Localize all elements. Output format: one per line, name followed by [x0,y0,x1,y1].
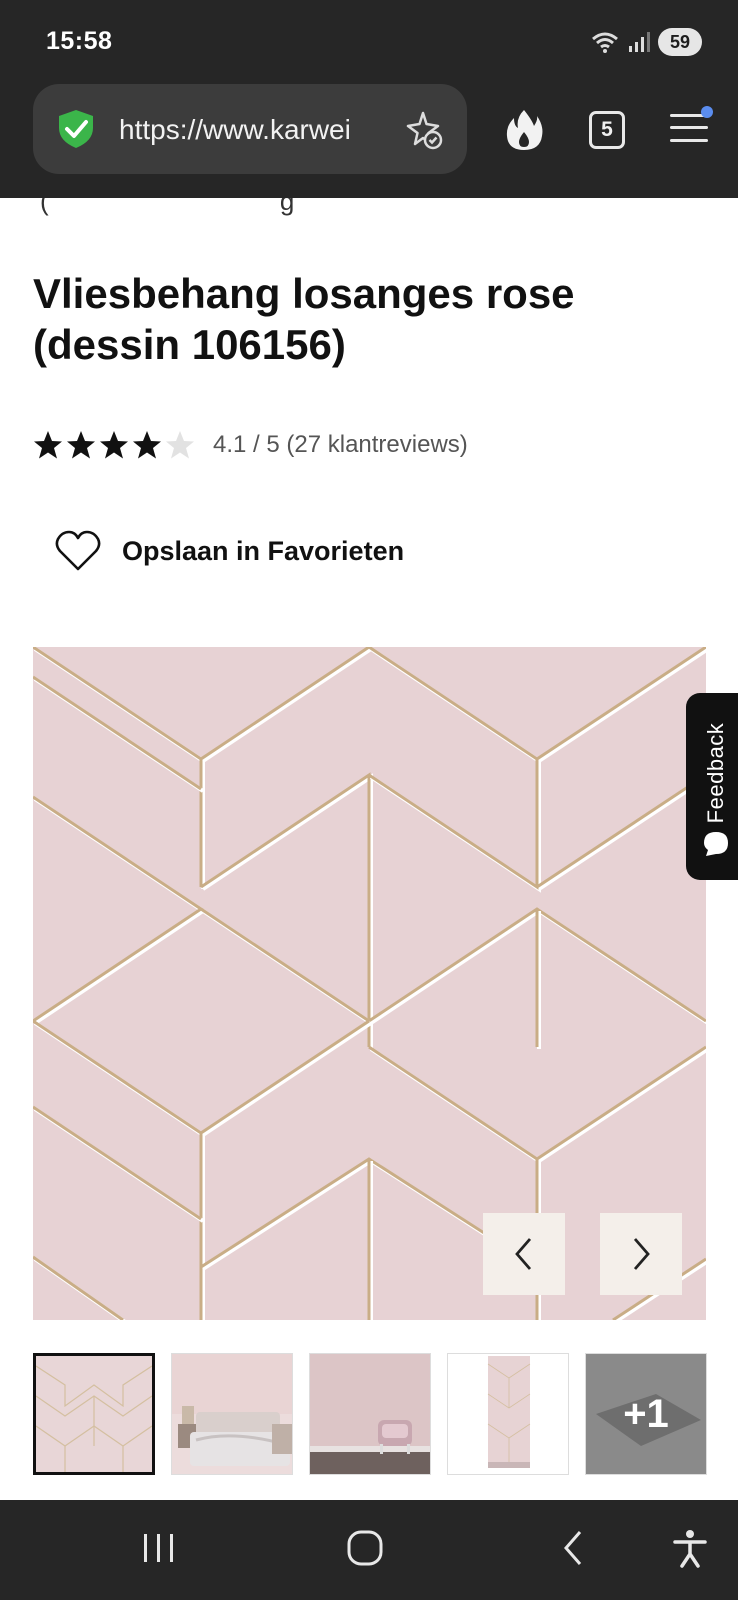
gallery-prev-button[interactable] [483,1213,565,1295]
product-rating[interactable]: 4.1 / 5 (27 klantreviews) [33,430,468,460]
shield-check-icon[interactable] [55,108,97,150]
star-filled-icon [34,431,62,459]
thumbnail-wallpaper-roll[interactable] [447,1353,569,1475]
browser-chrome: 15:58 59 https://www.karwei 5 [0,0,738,198]
favorite-label[interactable]: Opslaan in Favorieten [122,536,404,567]
thumbnail-more-images[interactable]: +1 [585,1353,707,1475]
chevron-left-icon [515,1238,532,1270]
wifi-icon [592,32,618,53]
signal-icon [629,32,650,52]
menu-icon[interactable] [670,112,708,144]
gallery-next-button[interactable] [600,1213,682,1295]
back-icon[interactable] [558,1528,588,1568]
thumbnail-bedroom-scene[interactable] [171,1353,293,1475]
product-title: Vliesbehang losanges rose (dessin 106156… [33,270,575,368]
recent-apps-icon[interactable] [142,1528,176,1568]
url-text[interactable]: https://www.karwei [119,114,389,146]
star-filled-icon [67,431,95,459]
android-navigation-bar [0,1500,738,1600]
heart-icon[interactable] [55,530,101,572]
feedback-tab[interactable]: Feedback [686,693,738,880]
status-icons: 59 [590,28,702,56]
star-filled-icon [133,431,161,459]
thumbnail-pattern-close-up[interactable] [33,1353,155,1475]
status-time: 15:58 [46,27,113,55]
thumbnail-strip: +1 [33,1353,707,1475]
url-bar[interactable]: https://www.karwei [33,84,467,174]
flame-icon[interactable] [504,108,544,152]
chevron-right-icon [633,1238,650,1270]
star-empty-icon [166,431,194,459]
scrolled-breadcrumb-remnant: ( g [0,198,738,244]
more-images-count[interactable]: +1 [586,1354,706,1474]
rating-stars[interactable] [33,430,195,460]
accessibility-icon[interactable] [672,1528,708,1568]
thumbnail-living-room-scene[interactable] [309,1353,431,1475]
save-to-favorites-button[interactable]: Opslaan in Favorieten [55,530,404,572]
chat-bubble-icon[interactable] [702,830,730,858]
star-filled-icon [100,431,128,459]
tabs-icon[interactable]: 5 [589,111,625,149]
home-icon[interactable] [345,1528,385,1568]
notification-dot [701,106,713,118]
feedback-label[interactable]: Feedback [703,723,729,824]
ai-star-icon[interactable] [401,108,445,152]
rating-text[interactable]: 4.1 / 5 (27 klantreviews) [213,431,468,459]
battery-indicator: 59 [658,28,702,56]
